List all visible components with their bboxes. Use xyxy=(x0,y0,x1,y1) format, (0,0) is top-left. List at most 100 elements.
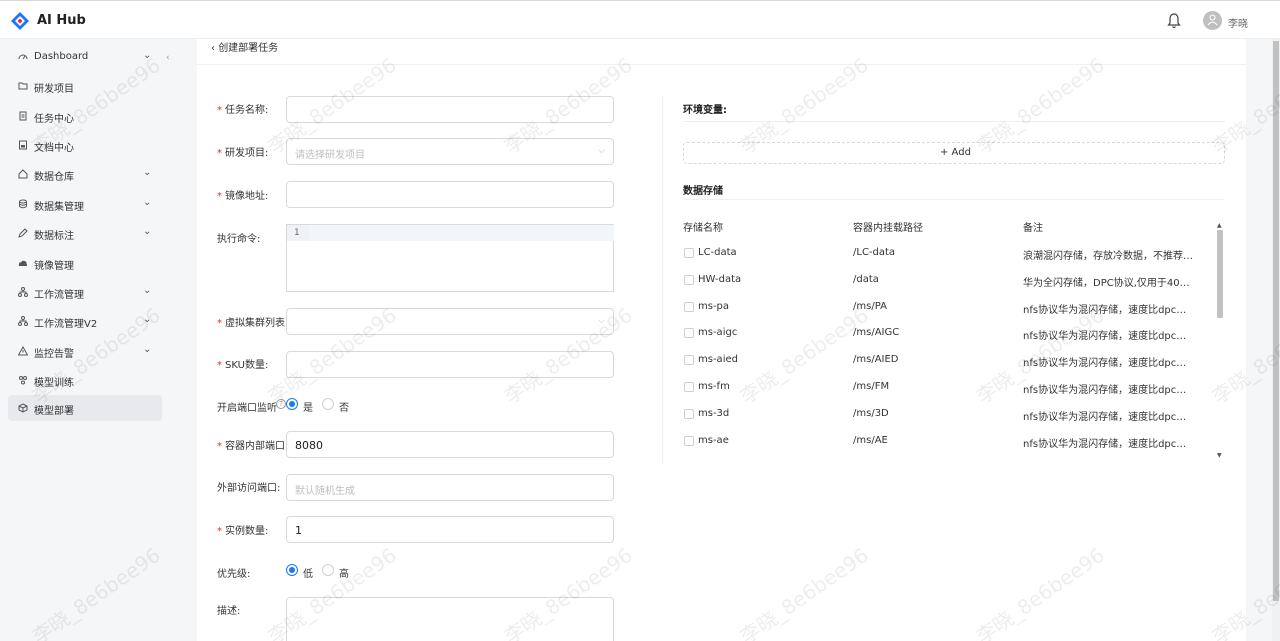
chevron-down-icon: ⌄ xyxy=(143,226,152,237)
row-checkbox[interactable] xyxy=(684,382,694,392)
sidebar-item[interactable]: 镜像管理 xyxy=(8,250,162,276)
command-editor[interactable]: 1 xyxy=(286,224,614,292)
page-scroll-thumb[interactable] xyxy=(1273,41,1279,601)
sidebar-item[interactable]: 工作流管理V2 ⌄ xyxy=(8,308,162,334)
storage-name: ms-ae xyxy=(698,434,729,446)
sidebar-item-label: Dashboard xyxy=(34,51,89,62)
sidebar-collapse-icon[interactable]: ‹ xyxy=(166,53,180,67)
container-port-input[interactable]: 8080 xyxy=(286,431,614,458)
cloud-icon xyxy=(18,258,28,268)
sidebar-item-label: 工作流管理 xyxy=(34,290,84,301)
sidebar-item[interactable]: 工作流管理 ⌄ xyxy=(8,279,162,305)
description-textarea[interactable] xyxy=(286,597,614,641)
folder-icon xyxy=(18,81,28,91)
project-select[interactable]: 请选择研发项目 ⌵ xyxy=(286,138,614,165)
sidebar-item[interactable]: 监控告警 ⌄ xyxy=(8,338,162,364)
row-checkbox[interactable] xyxy=(684,301,694,312)
table-row[interactable]: ms-ae/ms/AE nfs协议华为混闪存储，速度比dpc协议... xyxy=(683,429,1213,456)
training-icon xyxy=(18,375,28,385)
env-divider xyxy=(683,121,1225,122)
mount-path: /ms/AIGC xyxy=(853,327,900,339)
row-checkbox[interactable] xyxy=(684,408,694,419)
mount-path: /ms/AIED xyxy=(853,354,899,366)
cluster-select[interactable]: ⌵ xyxy=(286,308,614,335)
row-checkbox[interactable] xyxy=(684,355,694,366)
sidebar-item-label: 文档中心 xyxy=(34,143,74,154)
scroll-up-icon[interactable]: ▲ xyxy=(1217,222,1222,229)
table-row[interactable]: ms-fm/ms/FM nfs协议华为混闪存储，速度比dpc协议... xyxy=(683,375,1213,402)
chevron-down-icon: ⌄ xyxy=(143,285,152,296)
help-icon[interactable]: ? xyxy=(276,399,286,409)
sidebar-item[interactable]: 模型部署 xyxy=(8,395,162,421)
table-row[interactable]: LC-data/LC-data 浪潮混闪存储，存放冷数据，不推荐用... xyxy=(683,241,1213,268)
column-header-note: 备注 xyxy=(1023,223,1043,234)
sidebar-item[interactable]: 模型训练 xyxy=(8,367,162,393)
description-label: 描述: xyxy=(217,606,241,617)
storage-divider xyxy=(683,199,1225,200)
sku-input[interactable] xyxy=(286,351,614,378)
row-checkbox[interactable] xyxy=(684,248,694,258)
table-row[interactable]: ms-aigc/ms/AIGC nfs协议华为混闪存储，速度比dpc协议... xyxy=(683,321,1213,348)
mount-path: /data xyxy=(853,273,879,285)
image-input[interactable] xyxy=(286,181,614,208)
table-row[interactable]: ms-3d/ms/3D nfs协议华为混闪存储，速度比dpc协议... xyxy=(683,402,1213,429)
container-port-label: * 容器内部端口: xyxy=(217,441,289,452)
chevron-down-icon: ⌄ xyxy=(143,314,152,325)
sidebar-item-label: 监控告警 xyxy=(34,349,74,360)
back-link[interactable]: ‹ 创建部署任务 xyxy=(211,39,278,54)
project-label: * 研发项目: xyxy=(217,148,269,159)
command-label: 执行命令: xyxy=(217,234,261,245)
storage-name: ms-fm xyxy=(698,381,730,392)
top-bar: AI Hub 李晓 xyxy=(0,0,1280,39)
notification-bell-icon[interactable] xyxy=(1167,13,1181,29)
sidebar-item[interactable]: 任务中心 xyxy=(8,103,162,129)
table-row[interactable]: ms-pa/ms/PA nfs协议华为混闪存储，速度比dpc协议... xyxy=(683,295,1213,322)
chevron-down-icon: ⌄ xyxy=(143,167,152,178)
sidebar-item-label: 研发项目 xyxy=(34,84,74,95)
sidebar-item[interactable]: Dashboard ⌄ xyxy=(8,44,162,70)
ai-hub-logo-icon xyxy=(11,12,29,30)
task-name-input[interactable] xyxy=(286,96,614,123)
mount-path: /ms/AE xyxy=(853,434,888,446)
workflow-icon xyxy=(18,316,28,326)
priority-high-radio[interactable] xyxy=(322,564,334,576)
sidebar-item-label: 数据标注 xyxy=(34,231,74,242)
table-scrollbar[interactable]: ▲ ▼ xyxy=(1216,222,1225,462)
priority-label: 优先级: xyxy=(217,569,251,580)
sidebar-item-label: 数据仓库 xyxy=(34,172,74,183)
row-checkbox[interactable] xyxy=(684,328,694,339)
storage-note: nfs协议华为混闪存储，速度比dpc协议... xyxy=(1023,358,1193,370)
chevron-down-icon: ⌄ xyxy=(143,344,152,355)
scroll-thumb[interactable] xyxy=(1217,230,1223,318)
page-title: 创建部署任务 xyxy=(218,43,279,54)
port-monitor-no-radio[interactable] xyxy=(322,398,334,410)
user-icon xyxy=(1207,14,1218,26)
sidebar-item[interactable]: 数据集管理 ⌄ xyxy=(8,191,162,217)
priority-low-radio[interactable] xyxy=(286,564,298,576)
sidebar-item[interactable]: 数据标注 ⌄ xyxy=(8,220,162,246)
add-env-button[interactable]: + Add xyxy=(683,142,1225,164)
priority-high-label: 高 xyxy=(339,569,349,580)
table-row[interactable]: ms-aied/ms/AIED nfs协议华为混闪存储，速度比dpc协议... xyxy=(683,348,1213,375)
table-row[interactable]: HW-data/data 华为全闪存储，DPC协议,仅用于4090... xyxy=(683,268,1213,295)
user-name[interactable]: 李晓 xyxy=(1228,15,1248,30)
row-checkbox[interactable] xyxy=(684,274,694,285)
storage-name: ms-3d xyxy=(698,407,730,419)
port-monitor-yes-radio[interactable] xyxy=(286,398,298,410)
mount-path: /ms/FM xyxy=(853,381,890,392)
instances-input[interactable]: 1 xyxy=(286,516,614,543)
sidebar-item[interactable]: 数据仓库 ⌄ xyxy=(8,161,162,187)
storage-name: ms-aigc xyxy=(698,327,738,339)
task-name-label: * 任务名称: xyxy=(217,105,269,116)
storage-name: LC-data xyxy=(698,247,737,258)
sidebar-item[interactable]: 研发项目 xyxy=(8,73,162,99)
priority-low-label: 低 xyxy=(303,569,313,580)
document-icon xyxy=(18,140,28,150)
row-checkbox[interactable] xyxy=(684,435,694,446)
sidebar-item[interactable]: 文档中心 xyxy=(8,132,162,158)
scroll-down-icon[interactable]: ▼ xyxy=(1217,452,1222,459)
user-avatar[interactable] xyxy=(1203,11,1222,30)
page-scrollbar[interactable] xyxy=(1272,39,1280,641)
task-icon xyxy=(18,111,28,121)
external-port-input[interactable]: 默认随机生成 xyxy=(286,474,614,501)
